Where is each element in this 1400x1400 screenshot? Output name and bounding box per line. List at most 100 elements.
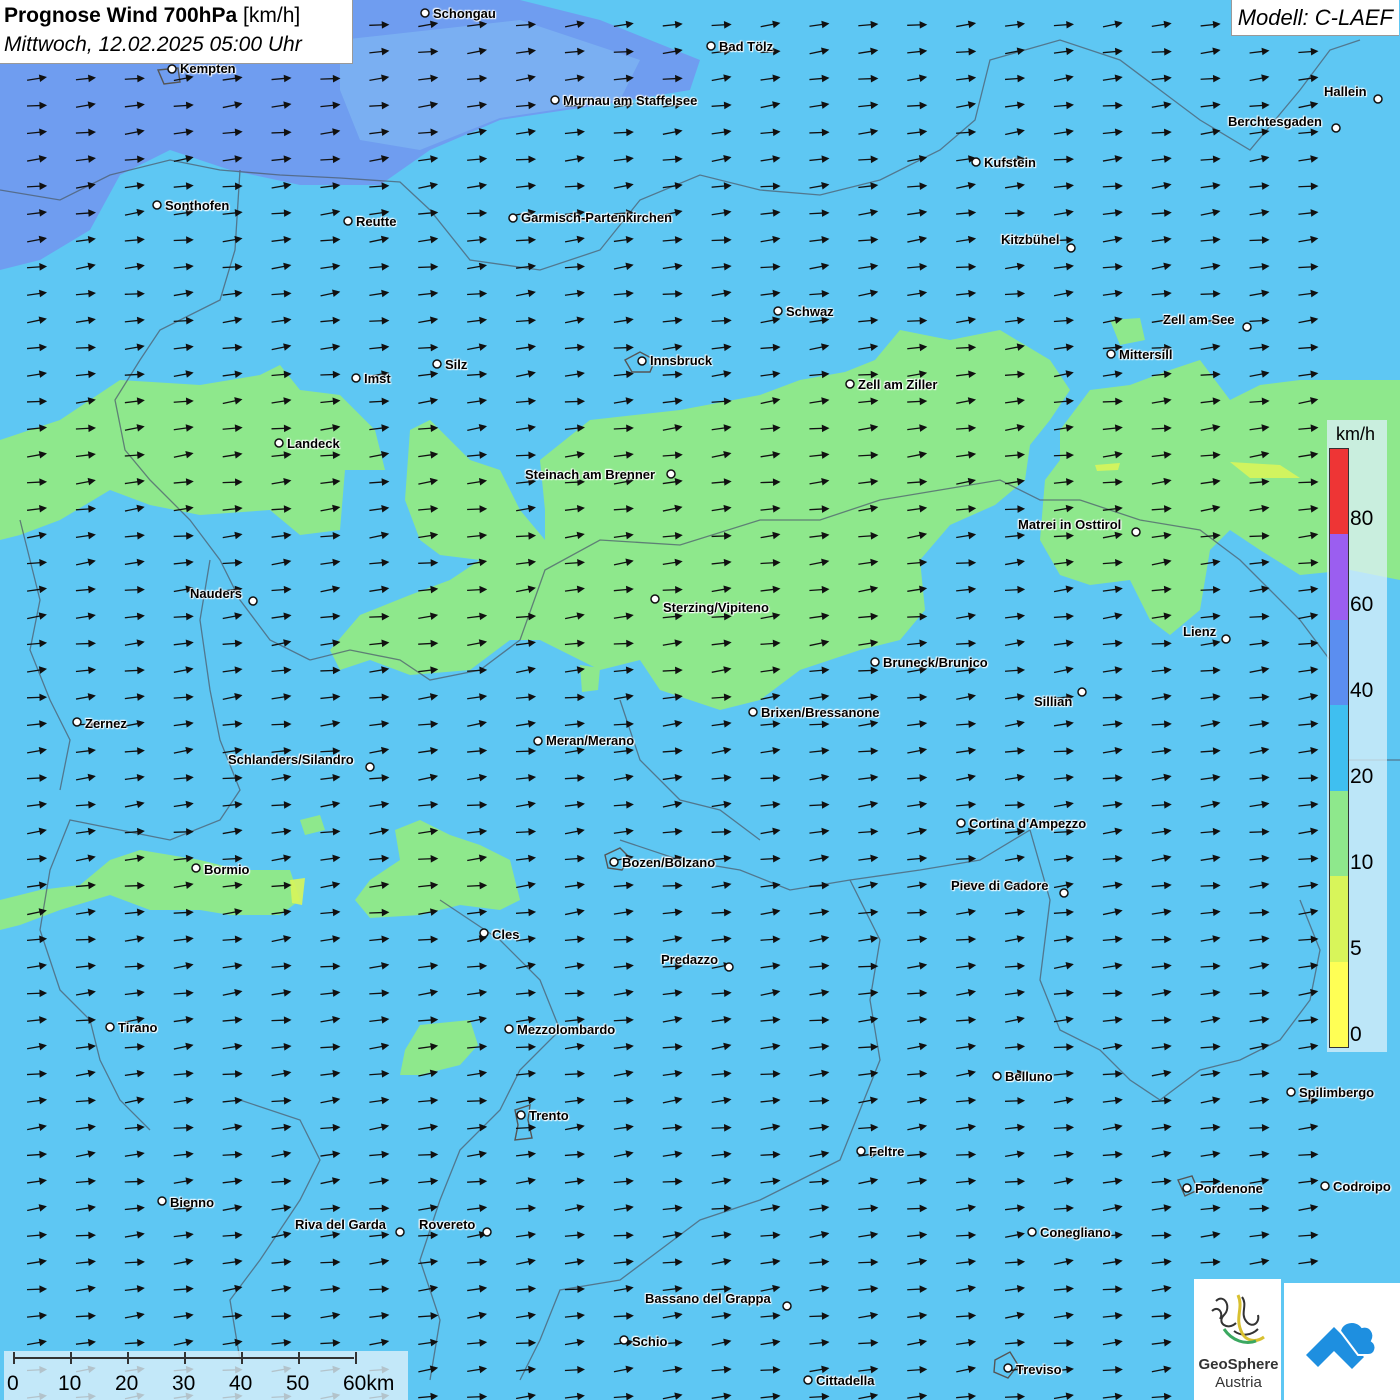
scale-label: 10 [58,1372,82,1395]
city-label: Feltre [869,1144,905,1159]
city-label: Innsbruck [650,353,713,368]
city-marker [420,8,430,18]
legend-tick-label: 80 [1350,507,1374,530]
city-label: Bozen/Bolzano [622,855,716,870]
city-marker [508,213,518,223]
city-marker [706,41,716,51]
city-label: Cles [492,927,520,942]
scale-label: 0 [7,1372,19,1395]
city-marker [351,373,361,383]
logo-country: Austria [1215,1374,1262,1391]
map-title: Prognose Wind 700hPa [km/h] [4,4,300,28]
city-label: Sonthofen [165,198,230,213]
city-label: Schio [632,1334,668,1349]
legend-segment [1330,876,1348,962]
scale-label: 40 [229,1372,253,1395]
city-marker [248,596,258,606]
city-label: Landeck [287,436,340,451]
city-marker [1286,1087,1296,1097]
city-marker [971,157,981,167]
city-marker [72,717,82,727]
city-label: Imst [364,371,391,386]
city-marker [1027,1227,1037,1237]
city-marker [724,962,734,972]
city-marker [157,1196,167,1206]
city-label: Murnau am Staffelsee [563,93,698,108]
city-label: Schlanders/Silandro [228,752,354,767]
city-marker [343,216,353,226]
city-marker [1182,1183,1192,1193]
legend-segment [1330,790,1348,877]
map-title-box: Prognose Wind 700hPa [km/h] Mittwoch, 12… [0,0,353,64]
city-marker [482,1227,492,1237]
legend-colorbar [1329,448,1349,1048]
cloud-arrow-icon [1306,1321,1377,1369]
city-marker [1059,888,1069,898]
city-marker [1320,1181,1330,1191]
city-marker [105,1022,115,1032]
city-marker [1106,349,1116,359]
city-marker [504,1024,514,1034]
city-label: Spilimbergo [1299,1085,1375,1100]
scale-label: 60km [343,1372,395,1395]
city-label: Meran/Merano [546,733,635,748]
logo-name: GeoSphere [1198,1356,1279,1373]
legend-segment [1330,534,1348,620]
valid-time: Mittwoch, 12.02.2025 05:00 Uhr [4,33,302,56]
city-marker [773,306,783,316]
city-label: Kufstein [984,155,1036,170]
city-marker [803,1375,813,1385]
partner-logo [1284,1283,1400,1400]
city-label: Reutte [356,214,397,229]
city-label: Schwaz [786,304,834,319]
city-marker [666,469,676,479]
city-label: Mezzolombardo [517,1022,616,1037]
city-marker [152,200,162,210]
city-marker [550,95,560,105]
city-label: Garmisch-Partenkirchen [521,210,673,225]
city-label: Bruneck/Brunico [883,655,988,670]
city-label: Codroipo [1333,1179,1391,1194]
city-marker [1131,527,1141,537]
city-label: Zell am See [1163,312,1235,327]
city-marker [274,438,284,448]
city-label: Brixen/Bressanone [761,705,880,720]
city-marker [1221,634,1231,644]
city-marker [782,1301,792,1311]
city-marker [533,736,543,746]
city-marker [191,863,201,873]
city-label: Zell am Ziller [858,377,938,392]
legend-tick-label: 10 [1350,851,1374,874]
city-label: Bormio [204,862,250,877]
city-label: Sterzing/Vipiteno [663,600,769,615]
city-marker [395,1227,405,1237]
city-label: Silz [445,357,468,372]
city-marker [479,928,489,938]
scale-label: 30 [172,1372,196,1395]
city-label: Bad Tölz [719,39,774,54]
city-marker [992,1071,1002,1081]
legend-segment [1330,449,1348,535]
wind-map: Schongau Bad Tölz Kempten Murnau am Staffel… [0,0,1400,1400]
city-marker [1077,687,1087,697]
city-marker [432,359,442,369]
city-marker [619,1335,629,1345]
city-label: Hallein [1324,84,1367,99]
city-marker [516,1110,526,1120]
city-label: Mittersill [1119,347,1173,362]
city-marker [365,762,375,772]
city-marker [650,594,660,604]
city-marker [1003,1363,1013,1373]
parameter-name: Prognose Wind 700hPa [4,4,238,27]
city-label: Nauders [190,586,243,601]
legend-tick-label: 40 [1350,679,1374,702]
city-label: Steinach am Brenner [525,467,656,482]
city-marker [637,356,647,366]
city-marker [1331,123,1341,133]
city-label: Pordenone [1195,1181,1263,1196]
scale-label: 20 [115,1372,139,1395]
city-marker [870,657,880,667]
city-label: Sillian [1034,694,1073,709]
city-label: Berchtesgaden [1228,114,1322,129]
city-label: Lienz [1183,624,1217,639]
